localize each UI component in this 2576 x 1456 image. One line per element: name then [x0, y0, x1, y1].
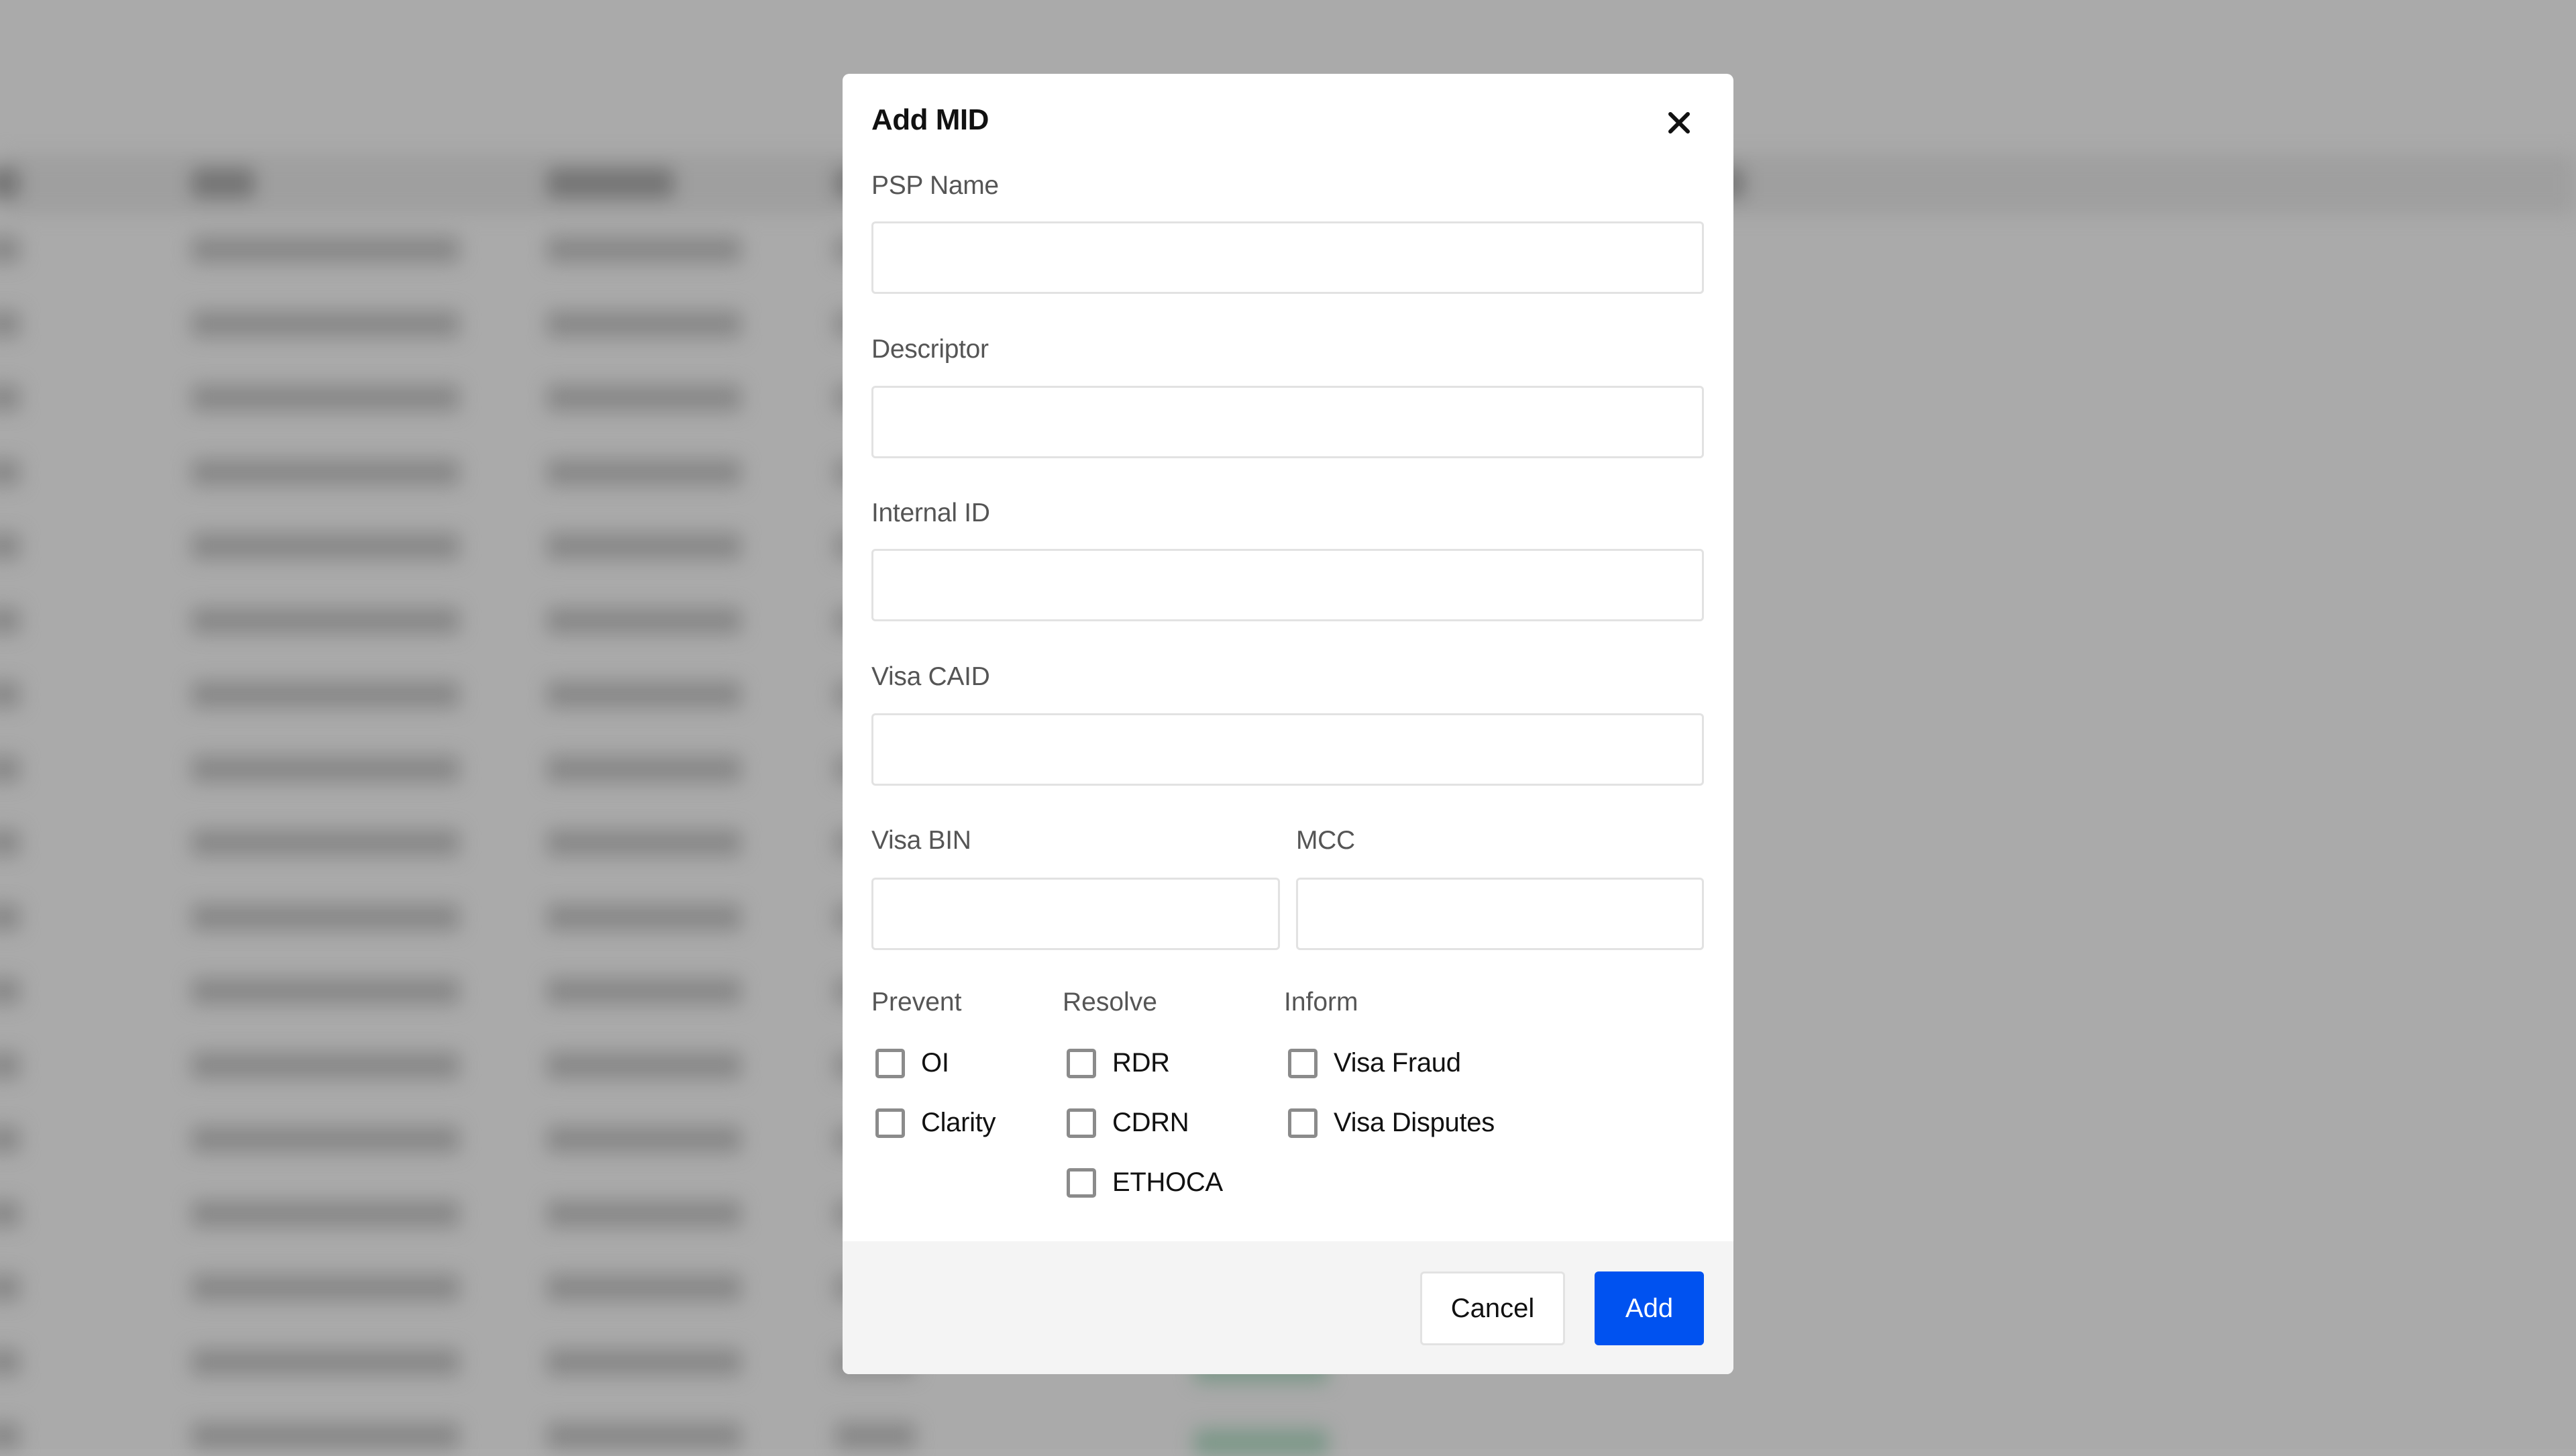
close-icon	[1668, 112, 1690, 134]
visa-bin-input[interactable]	[871, 878, 1280, 950]
checkbox-cdrn[interactable]: CDRN	[1067, 1108, 1189, 1138]
checkbox-label: CDRN	[1112, 1108, 1189, 1137]
visa-bin-label: Visa BIN	[871, 826, 971, 855]
checkbox-oi[interactable]: OI	[875, 1048, 949, 1078]
close-button[interactable]	[1660, 103, 1699, 142]
checkbox-box[interactable]	[1067, 1108, 1096, 1138]
checkbox-clarity[interactable]: Clarity	[875, 1108, 996, 1138]
descriptor-input[interactable]	[871, 386, 1704, 458]
checkbox-box[interactable]	[875, 1108, 905, 1138]
descriptor-label: Descriptor	[871, 335, 989, 364]
add-button[interactable]: Add	[1595, 1271, 1704, 1345]
add-mid-dialog: Add MID PSP Name Descriptor Internal ID …	[843, 74, 1733, 1374]
checkbox-box[interactable]	[1067, 1167, 1096, 1198]
psp-name-label: PSP Name	[871, 171, 999, 200]
checkbox-box[interactable]	[1288, 1108, 1318, 1138]
checkbox-visa-fraud[interactable]: Visa Fraud	[1288, 1048, 1461, 1078]
mcc-label: MCC	[1296, 826, 1355, 855]
mcc-input[interactable]	[1296, 878, 1704, 950]
psp-name-input[interactable]	[871, 221, 1704, 294]
prevent-group-label: Prevent	[871, 988, 962, 1017]
checkbox-box[interactable]	[1288, 1048, 1318, 1078]
checkbox-label: Visa Fraud	[1334, 1048, 1461, 1078]
checkbox-ethoca[interactable]: ETHOCA	[1067, 1167, 1223, 1198]
dialog-footer: Cancel Add	[843, 1241, 1733, 1374]
checkbox-label: Visa Disputes	[1334, 1108, 1495, 1137]
checkbox-label: RDR	[1112, 1048, 1170, 1078]
checkbox-label: Clarity	[921, 1108, 996, 1137]
checkbox-box[interactable]	[1067, 1048, 1096, 1078]
dialog-title: Add MID	[871, 103, 989, 136]
resolve-group-label: Resolve	[1063, 988, 1157, 1017]
inform-group-label: Inform	[1284, 988, 1358, 1017]
internal-id-input[interactable]	[871, 549, 1704, 621]
checkbox-label: OI	[921, 1048, 949, 1078]
checkbox-box[interactable]	[875, 1048, 905, 1078]
internal-id-label: Internal ID	[871, 499, 990, 527]
checkbox-rdr[interactable]: RDR	[1067, 1048, 1170, 1078]
checkbox-label: ETHOCA	[1112, 1167, 1223, 1197]
visa-caid-label: Visa CAID	[871, 662, 990, 691]
visa-caid-input[interactable]	[871, 713, 1704, 786]
checkbox-visa-disputes[interactable]: Visa Disputes	[1288, 1108, 1495, 1138]
cancel-button[interactable]: Cancel	[1420, 1271, 1565, 1345]
